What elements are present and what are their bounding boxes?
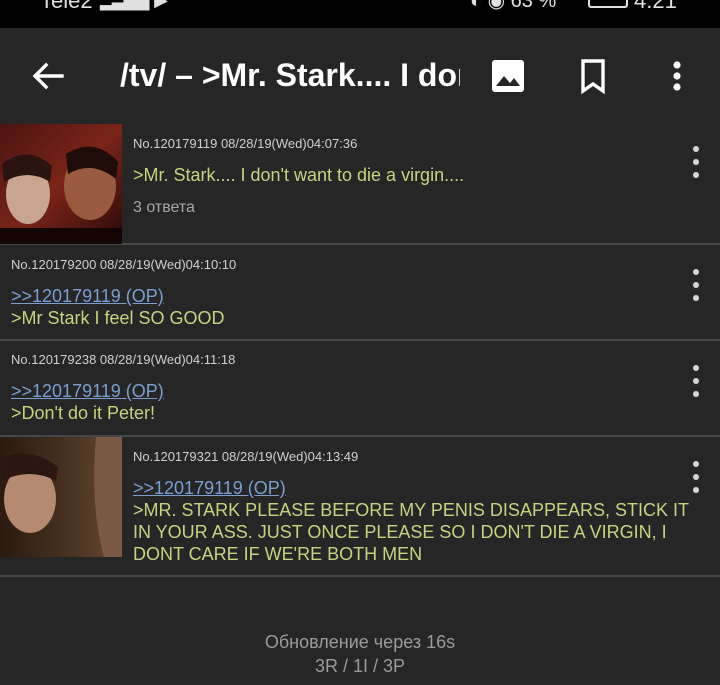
carrier-label: Tele2	[40, 0, 93, 13]
post-menu-icon[interactable]	[686, 146, 706, 178]
toolbar: /tv/ – >Mr. Stark.... I don't want to di…	[0, 28, 720, 124]
post-reply-1[interactable]: No.120179200 08/28/19(Wed)04:10:10 >>120…	[0, 245, 720, 341]
post-thumbnail[interactable]	[0, 437, 122, 557]
post-text: >Mr Stark I feel SO GOOD	[11, 308, 225, 328]
post-op[interactable]: No.120179119 08/28/19(Wed)04:07:36 >Mr. …	[0, 124, 720, 245]
post-reply-2[interactable]: No.120179238 08/28/19(Wed)04:11:18 >>120…	[0, 341, 720, 437]
post-menu-icon[interactable]	[686, 461, 706, 493]
post-meta: No.120179119 08/28/19(Wed)04:07:36	[133, 136, 358, 151]
status-icons: ◐ ◉ 63 %	[470, 0, 556, 13]
post-body: >>120179119 (OP) >Don't do it Peter!	[11, 380, 671, 424]
post-meta: No.120179200 08/28/19(Wed)04:10:10	[11, 257, 237, 272]
clock: 4:21	[634, 0, 677, 13]
post-body: >>120179119 (OP) >MR. STARK PLEASE BEFOR…	[133, 477, 708, 565]
quote-link[interactable]: >>120179119 (OP)	[11, 380, 671, 402]
bookmark-icon[interactable]	[573, 56, 613, 96]
battery-label: 63 %	[510, 0, 557, 12]
update-timer[interactable]: Обновление через 16s	[0, 630, 720, 654]
thread-title: /tv/ – >Mr. Stark.... I don't want to di…	[120, 57, 460, 93]
notification-icons: ✣ ▶	[134, 0, 168, 10]
replies-link[interactable]: 3 ответа	[133, 199, 195, 217]
post-text: >Don't do it Peter!	[11, 403, 156, 423]
post-meta: No.120179321 08/28/19(Wed)04:13:49	[133, 449, 359, 464]
back-arrow-icon[interactable]	[28, 56, 68, 96]
post-meta: No.120179238 08/28/19(Wed)04:11:18	[11, 352, 236, 367]
quote-link[interactable]: >>120179119 (OP)	[133, 477, 708, 499]
battery-icon	[588, 0, 628, 8]
post-menu-icon[interactable]	[686, 269, 706, 301]
thread-stats: 3R / 1I / 3P	[314, 656, 406, 676]
more-vert-icon[interactable]	[657, 56, 697, 96]
thread-footer: Обновление через 16s 3R / 1I / 3P	[0, 630, 720, 678]
post-menu-icon[interactable]	[686, 365, 706, 397]
quote-link[interactable]: >>120179119 (OP)	[11, 285, 671, 307]
post-text: >Mr. Stark.... I don't want to die a vir…	[133, 165, 465, 185]
post-thumbnail[interactable]	[0, 124, 122, 244]
post-reply-3[interactable]: No.120179321 08/28/19(Wed)04:13:49 >>120…	[0, 437, 720, 577]
post-body: >>120179119 (OP) >Mr Stark I feel SO GOO…	[11, 285, 671, 329]
post-text: >MR. STARK PLEASE BEFORE MY PENIS DISAPP…	[133, 500, 689, 564]
image-icon[interactable]	[488, 56, 528, 96]
status-bar: Tele2 ▂▃▅▇ ✣ ▶ ◐ ◉ 63 % 4:21	[0, 0, 720, 28]
